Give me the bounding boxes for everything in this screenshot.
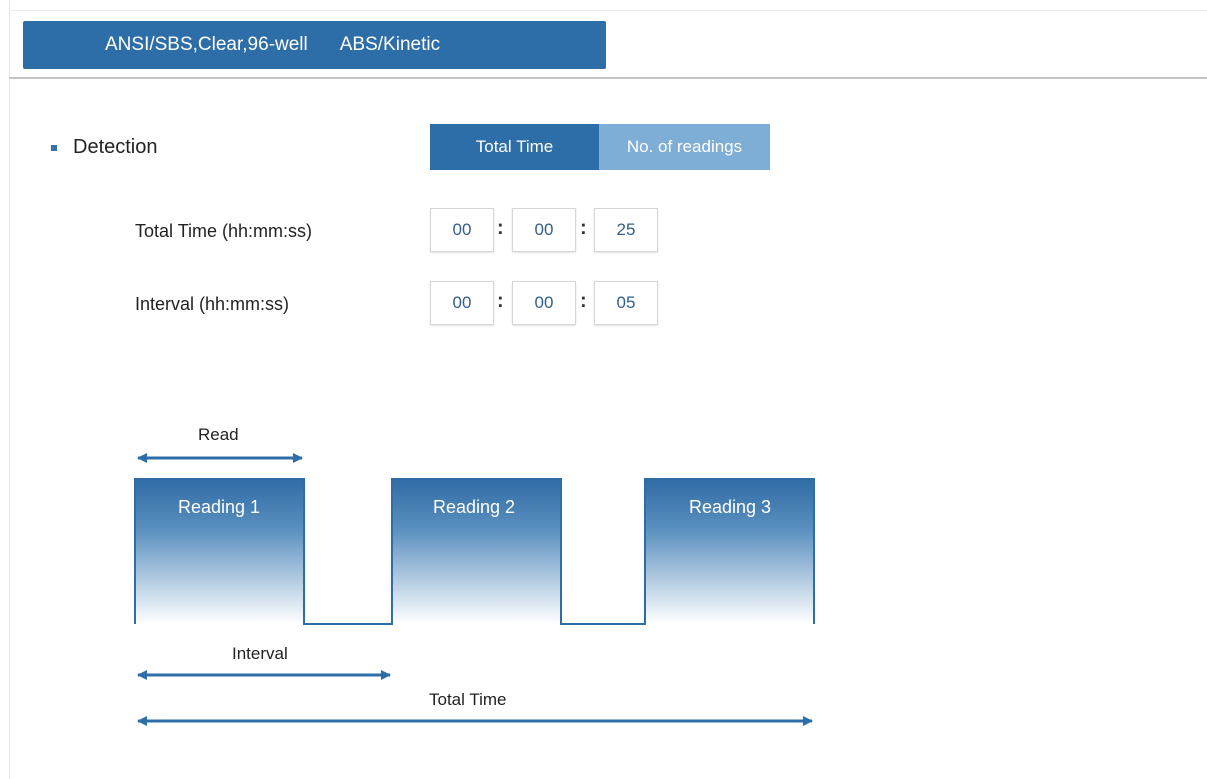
- read-label: Read: [198, 425, 239, 444]
- total-time-diagram-label: Total Time: [429, 690, 507, 709]
- reading-2-label: Reading 2: [433, 497, 516, 517]
- interval-diagram-label: Interval: [232, 644, 288, 663]
- timing-diagram: [134, 453, 815, 726]
- reading-1-label: Reading 1: [178, 497, 261, 517]
- reading-3-label: Reading 3: [689, 497, 772, 517]
